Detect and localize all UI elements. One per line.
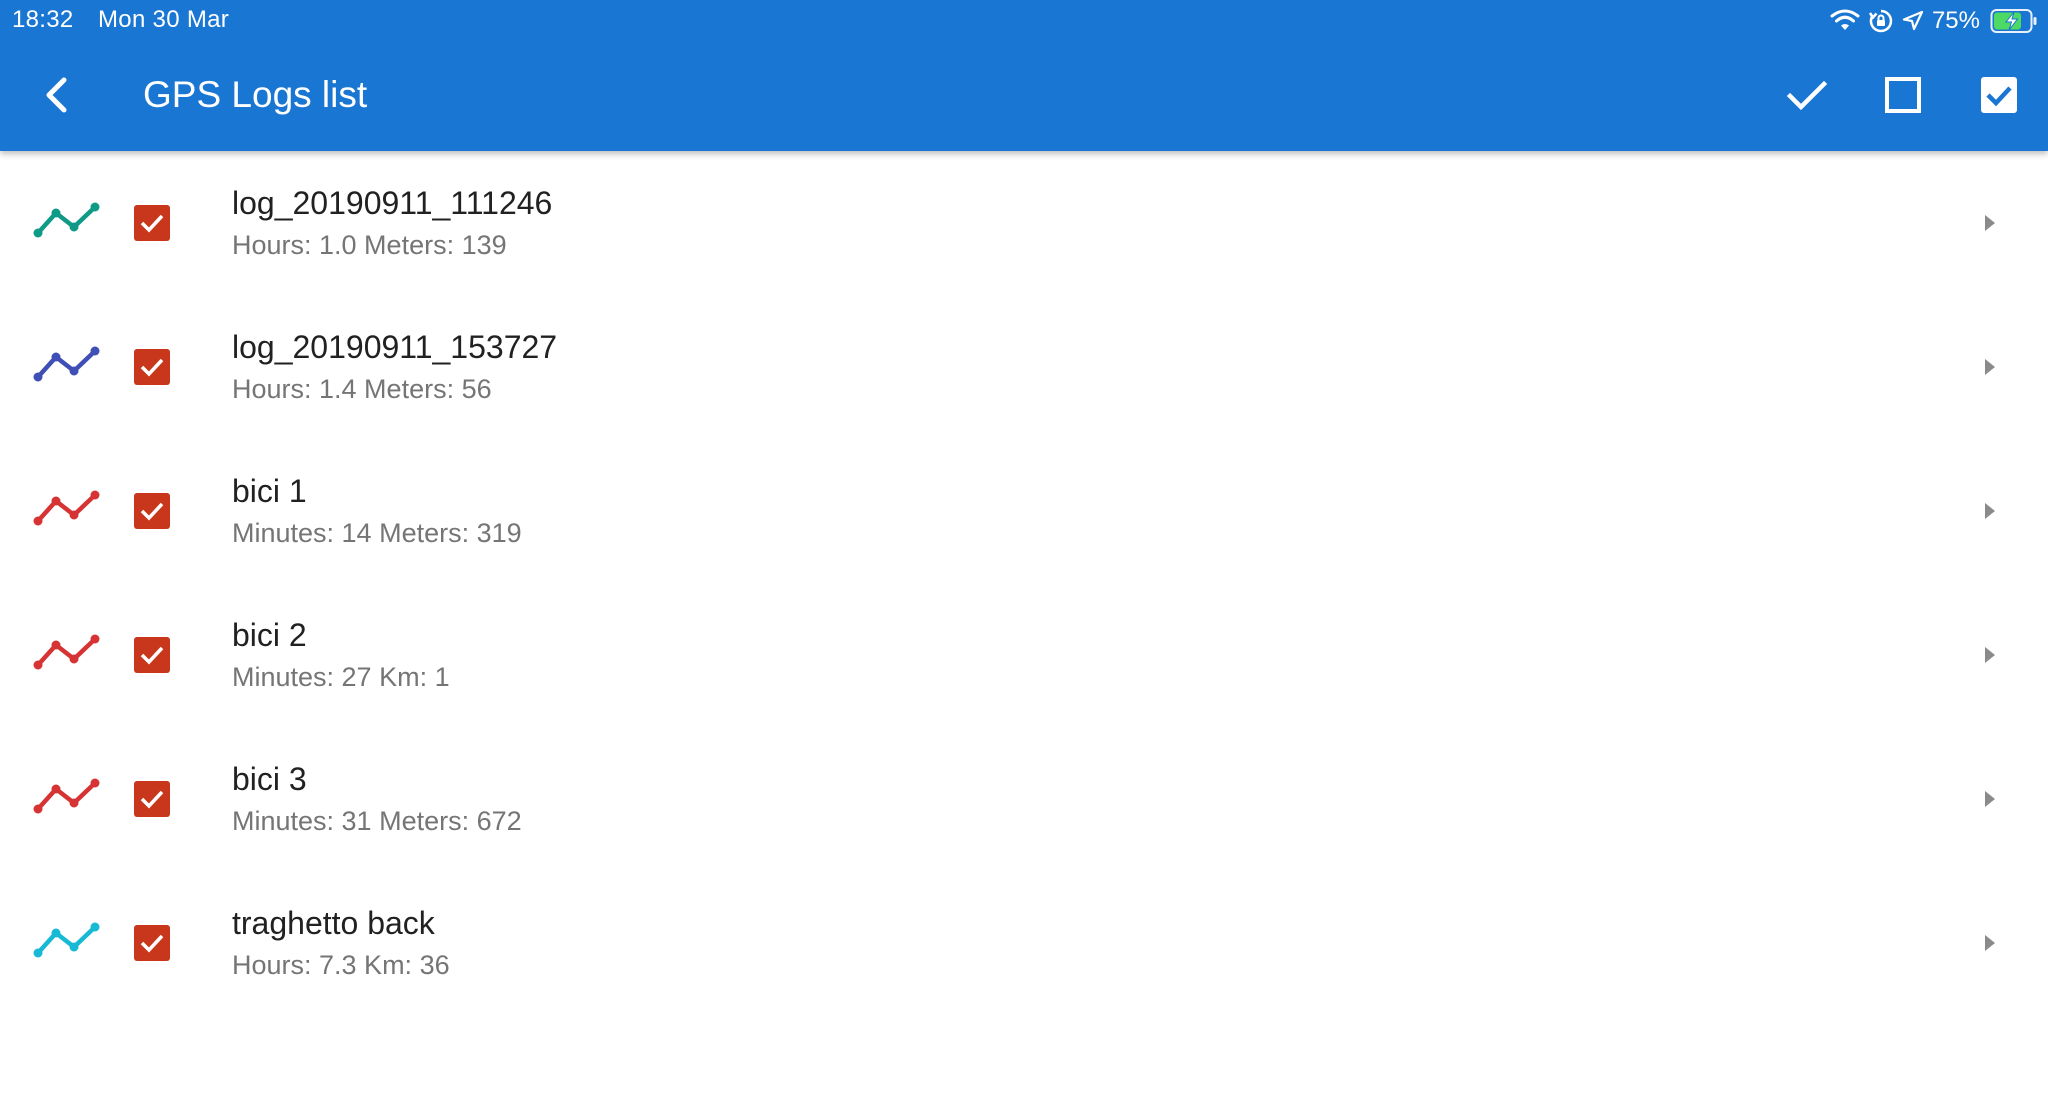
log-summary: Minutes: 31 Meters: 672 (232, 806, 522, 836)
log-name: bici 1 (232, 473, 307, 509)
wifi-icon (1830, 9, 1860, 33)
visibility-checkbox[interactable] (134, 925, 170, 961)
orientation-lock-icon (1868, 8, 1894, 34)
log-name: traghetto back (232, 905, 435, 941)
back-chevron-icon (46, 77, 67, 113)
log-name: log_20190911_111246 (232, 185, 553, 221)
log-summary: Hours: 1.4 Meters: 56 (232, 374, 492, 404)
checkbox-outline-icon (1885, 77, 1921, 113)
track-line-icon (32, 487, 102, 531)
check-icon (140, 934, 164, 953)
log-name: log_20190911_153727 (232, 329, 558, 365)
log-summary: Hours: 7.3 Km: 36 (232, 950, 450, 980)
check-icon (140, 646, 164, 665)
track-line-icon (32, 199, 102, 243)
track-line-icon (32, 775, 102, 819)
track-line-icon (32, 631, 102, 675)
checkbox-checked-icon (1981, 77, 2017, 113)
page-title: GPS Logs list (143, 74, 368, 115)
track-line-icon (32, 343, 102, 387)
checkmark-icon (1786, 80, 1828, 111)
status-icons: 75% (1830, 6, 2038, 36)
visibility-checkbox[interactable] (134, 493, 170, 529)
location-arrow-icon (1902, 10, 1924, 32)
visibility-checkbox[interactable] (134, 637, 170, 673)
back-button[interactable] (28, 66, 86, 124)
check-icon (140, 790, 164, 809)
log-row[interactable]: bici 2 Minutes: 27 Km: 1 (0, 583, 2048, 727)
log-row[interactable]: bici 1 Minutes: 14 Meters: 319 (0, 439, 2048, 583)
visibility-checkbox[interactable] (134, 781, 170, 817)
chevron-right-icon[interactable] (1982, 500, 1998, 522)
log-summary: Hours: 1.0 Meters: 139 (232, 230, 507, 260)
deselect-all-button[interactable] (1874, 66, 1932, 124)
check-icon (140, 358, 164, 377)
log-row[interactable]: log_20190911_111246 Hours: 1.0 Meters: 13… (0, 151, 2048, 295)
battery-charging-icon (1990, 8, 2038, 34)
visibility-checkbox[interactable] (134, 205, 170, 241)
gps-log-list: log_20190911_111246 Hours: 1.0 Meters: 13… (0, 151, 2048, 1015)
track-line-icon (32, 919, 102, 963)
chevron-right-icon[interactable] (1982, 644, 1998, 666)
check-icon (140, 502, 164, 521)
log-name: bici 3 (232, 761, 307, 797)
log-row[interactable]: log_20190911_153727 Hours: 1.4 Meters: 56 (0, 295, 2048, 439)
log-row[interactable]: traghetto back Hours: 7.3 Km: 36 (0, 871, 2048, 1015)
log-summary: Minutes: 27 Km: 1 (232, 662, 450, 692)
chevron-right-icon[interactable] (1982, 356, 1998, 378)
confirm-selection-button[interactable] (1778, 66, 1836, 124)
status-time: 18:32 (12, 6, 74, 33)
chevron-right-icon[interactable] (1982, 932, 1998, 954)
log-name: bici 2 (232, 617, 307, 653)
status-date: Mon 30 Mar (98, 6, 230, 33)
chevron-right-icon[interactable] (1982, 788, 1998, 810)
toolbar: GPS Logs list (0, 40, 2048, 151)
status-bar: 18:32 Mon 30 Mar 75% (0, 0, 2048, 40)
visibility-checkbox[interactable] (134, 349, 170, 385)
check-icon (140, 214, 164, 233)
log-summary: Minutes: 14 Meters: 319 (232, 518, 522, 548)
select-all-button[interactable] (1970, 66, 2028, 124)
chevron-right-icon[interactable] (1982, 212, 1998, 234)
battery-percent: 75% (1931, 7, 1980, 34)
log-row[interactable]: bici 3 Minutes: 31 Meters: 672 (0, 727, 2048, 871)
app-bar: 18:32 Mon 30 Mar 75% GPS Logs list (0, 0, 2048, 151)
